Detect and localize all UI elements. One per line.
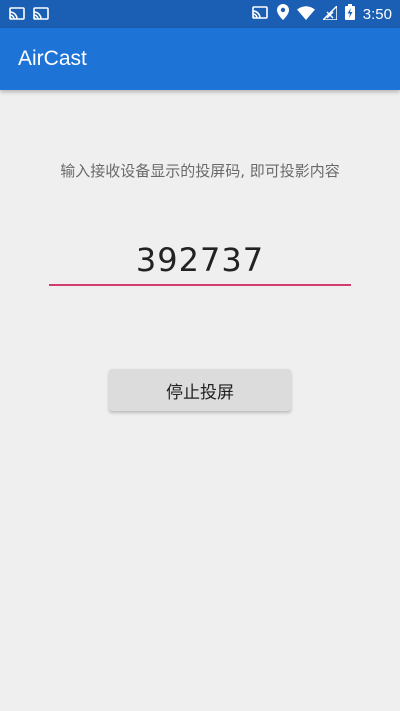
location-icon bbox=[276, 4, 289, 24]
wifi-icon bbox=[296, 5, 315, 24]
app-title: AirCast bbox=[18, 47, 87, 70]
instruction-text: 输入接收设备显示的投屏码, 即可投影内容 bbox=[60, 162, 340, 180]
status-left-icons bbox=[8, 7, 50, 21]
stop-casting-button[interactable]: 停止投屏 bbox=[109, 369, 291, 411]
status-right-icons: 3:50 bbox=[251, 3, 392, 24]
app-bar: AirCast bbox=[0, 28, 400, 90]
battery-charging-icon bbox=[344, 4, 355, 24]
cast-code-value[interactable]: 392737 bbox=[136, 241, 264, 279]
status-time: 3:50 bbox=[362, 5, 392, 23]
cast-icon bbox=[32, 7, 50, 21]
no-signal-icon bbox=[320, 3, 338, 24]
cast-icon bbox=[8, 7, 26, 21]
status-bar: 3:50 bbox=[0, 0, 400, 28]
cast-code-field[interactable]: 392737 bbox=[49, 236, 351, 286]
cast-icon bbox=[251, 5, 269, 24]
